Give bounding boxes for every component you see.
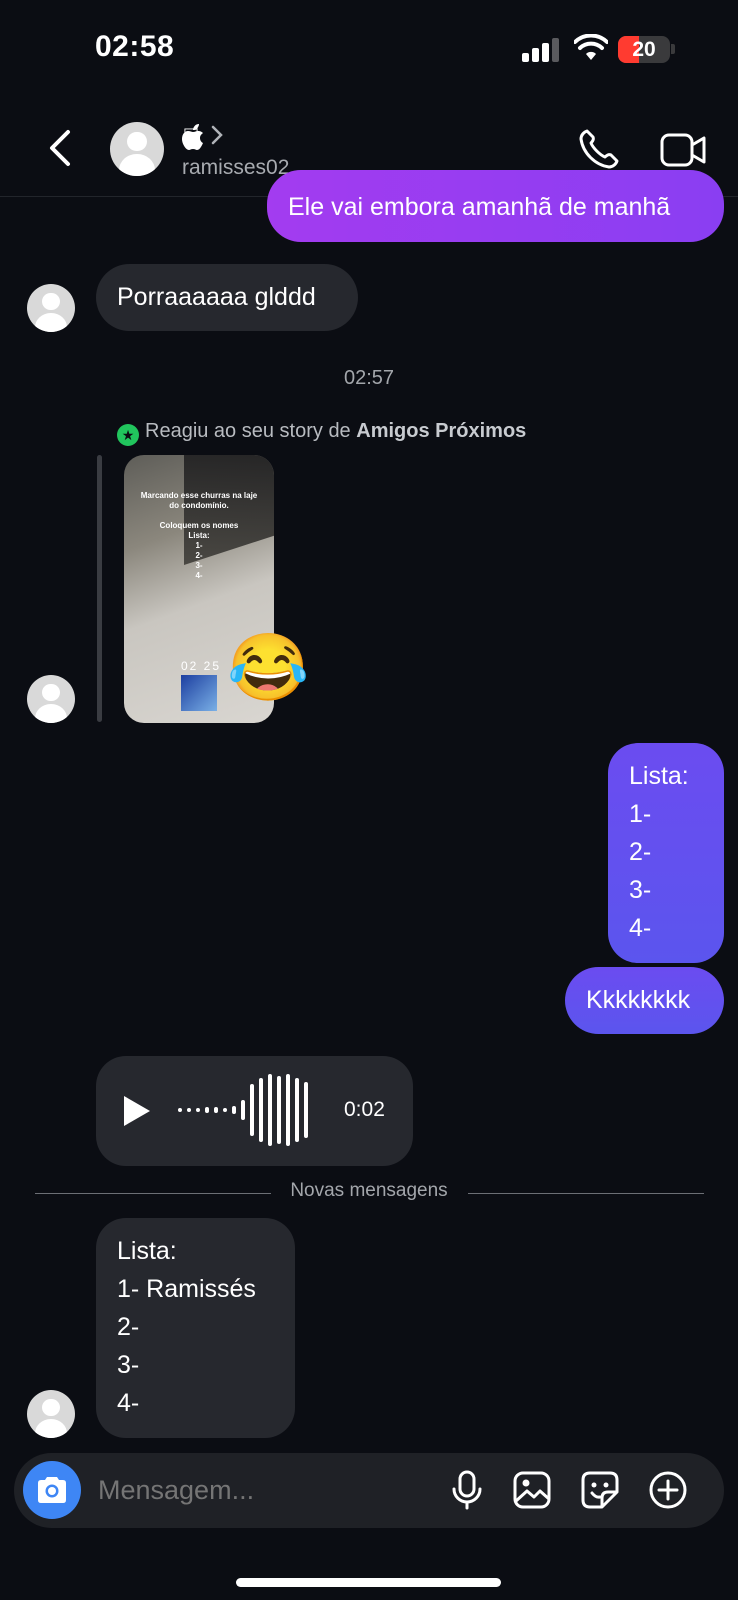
contact-avatar[interactable] xyxy=(110,122,164,176)
story-photo xyxy=(181,675,217,711)
chevron-right-icon[interactable] xyxy=(210,124,224,146)
microphone-icon[interactable] xyxy=(447,1470,487,1510)
incoming-message[interactable]: Lista: 1- Ramissés 2- 3- 4- xyxy=(96,1218,295,1438)
gallery-icon[interactable] xyxy=(512,1470,552,1510)
reaction-emoji: 😂 xyxy=(227,630,310,704)
close-friends-star-icon: ★ xyxy=(117,424,139,446)
back-arrow-icon[interactable] xyxy=(44,126,78,170)
new-messages-label: Novas mensagens xyxy=(290,1180,448,1201)
sender-avatar[interactable] xyxy=(27,284,75,332)
phone-icon[interactable] xyxy=(578,128,620,170)
battery-tip xyxy=(671,44,675,54)
incoming-message[interactable]: Porraaaaaa glddd xyxy=(96,264,358,331)
audio-duration: 0:02 xyxy=(344,1098,385,1121)
battery-level: 20 xyxy=(632,38,656,61)
video-call-icon[interactable] xyxy=(660,130,706,170)
home-indicator[interactable] xyxy=(236,1578,501,1587)
message-timestamp: 02:57 xyxy=(343,367,395,389)
sender-avatar[interactable] xyxy=(27,1390,75,1438)
outgoing-message[interactable]: Ele vai embora amanhã de manhã xyxy=(267,170,724,242)
add-icon[interactable] xyxy=(648,1470,688,1510)
camera-icon xyxy=(38,1477,66,1503)
audio-waveform xyxy=(178,1074,318,1146)
story-text: Marcando esse churras na laje do condomí… xyxy=(140,491,258,580)
outgoing-message[interactable]: Lista: 1- 2- 3- 4- xyxy=(608,743,724,963)
apple-logo-icon xyxy=(182,124,203,150)
sticker-icon[interactable] xyxy=(580,1470,620,1510)
wifi-icon xyxy=(574,34,608,60)
story-clock: 02 25 xyxy=(181,659,222,673)
story-reaction-label: ★ Reagiu ao seu story de Amigos Próximos xyxy=(117,420,526,446)
camera-button[interactable] xyxy=(23,1461,81,1519)
play-icon[interactable] xyxy=(124,1096,150,1126)
battery-icon: 20 xyxy=(618,36,670,63)
quote-bar xyxy=(97,455,102,722)
signal-icon xyxy=(522,38,562,62)
sender-avatar[interactable] xyxy=(27,675,75,723)
outgoing-message[interactable]: Kkkkkkkk xyxy=(565,967,724,1034)
message-input[interactable] xyxy=(96,1474,420,1507)
contact-username[interactable]: ramisses02 xyxy=(182,156,289,180)
reaction-audience: Amigos Próximos xyxy=(356,420,527,442)
divider-line xyxy=(468,1193,704,1194)
status-time: 02:58 xyxy=(95,30,175,63)
reaction-prefix: Reagiu ao seu story de xyxy=(145,420,357,442)
